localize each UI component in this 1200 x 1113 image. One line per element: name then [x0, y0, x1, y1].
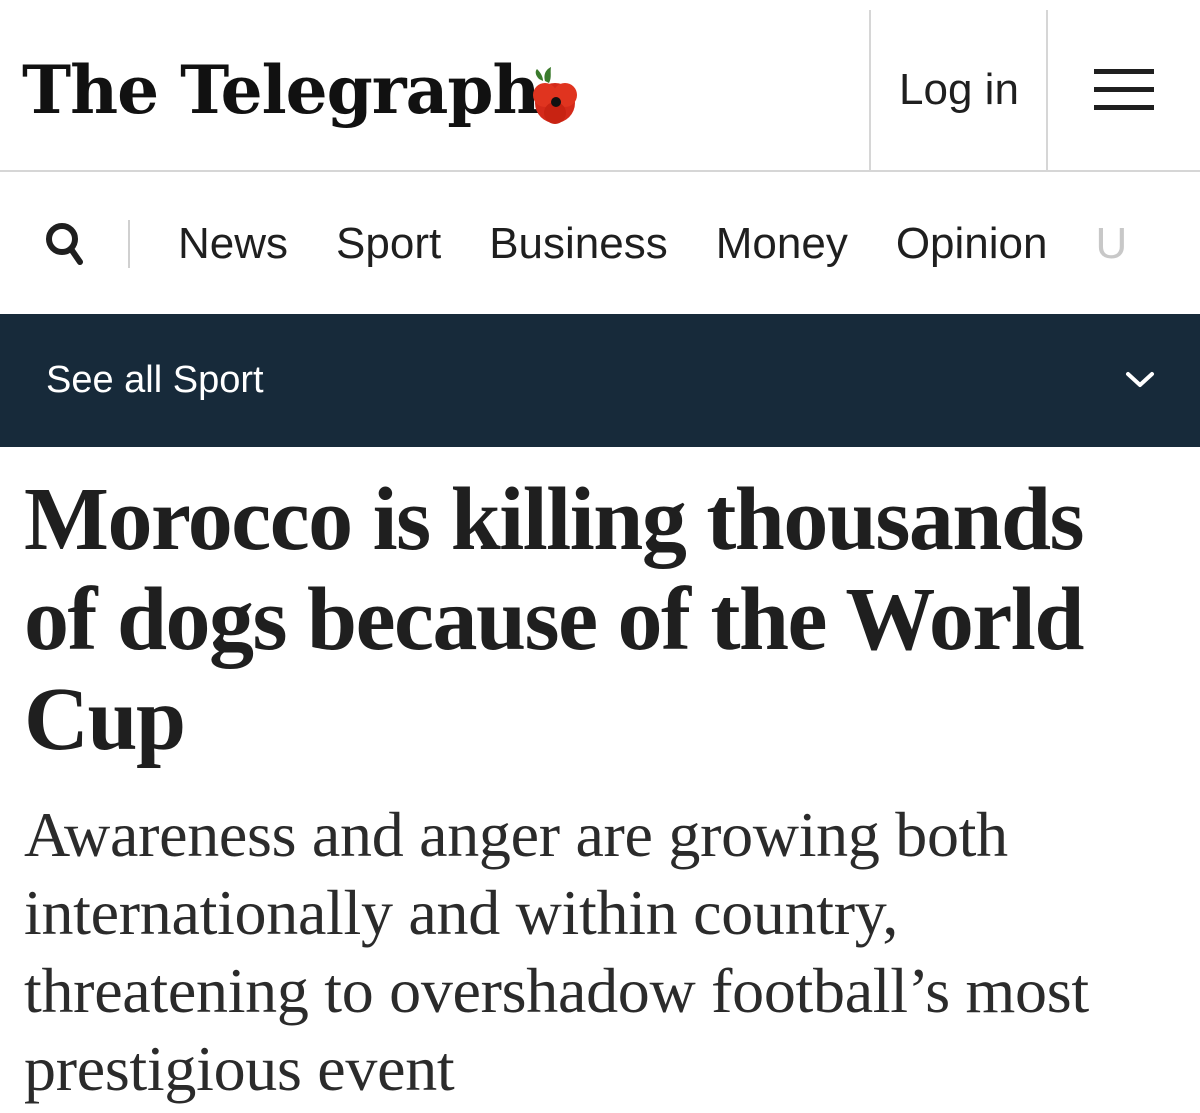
- telegraph-logo[interactable]: The Telegraph: [22, 40, 583, 140]
- article-standfirst: Awareness and anger are growing both int…: [24, 799, 1089, 1104]
- nav-items: News Sport Business Money Opinion U: [178, 174, 1175, 314]
- nav-item-news[interactable]: News: [178, 219, 288, 269]
- masthead: The Telegraph Log in: [0, 0, 1200, 172]
- section-bar-label: See all Sport: [46, 359, 264, 401]
- search-icon: [46, 223, 83, 265]
- hamburger-menu-icon: [1094, 69, 1154, 110]
- header-divider: [869, 10, 871, 170]
- article-headline: Morocco is killing thousands of dogs bec…: [24, 470, 1085, 769]
- chevron-down-icon: [1126, 372, 1154, 387]
- see-all-sport-toggle[interactable]: See all Sport: [0, 314, 1200, 447]
- login-button[interactable]: Log in: [872, 10, 1046, 170]
- brand-wordmark: The Telegraph: [22, 51, 540, 129]
- nav-separator: [128, 220, 130, 268]
- nav-item-money[interactable]: Money: [716, 219, 848, 269]
- nav-item-opinion[interactable]: Opinion: [896, 219, 1048, 269]
- nav-item-business[interactable]: Business: [489, 219, 668, 269]
- primary-nav: News Sport Business Money Opinion U: [0, 174, 1200, 314]
- nav-item-sport[interactable]: Sport: [336, 219, 441, 269]
- poppy-icon: [533, 67, 578, 124]
- search-button[interactable]: [40, 218, 92, 270]
- nav-item-truncated[interactable]: U: [1096, 219, 1128, 269]
- menu-button[interactable]: [1048, 10, 1200, 170]
